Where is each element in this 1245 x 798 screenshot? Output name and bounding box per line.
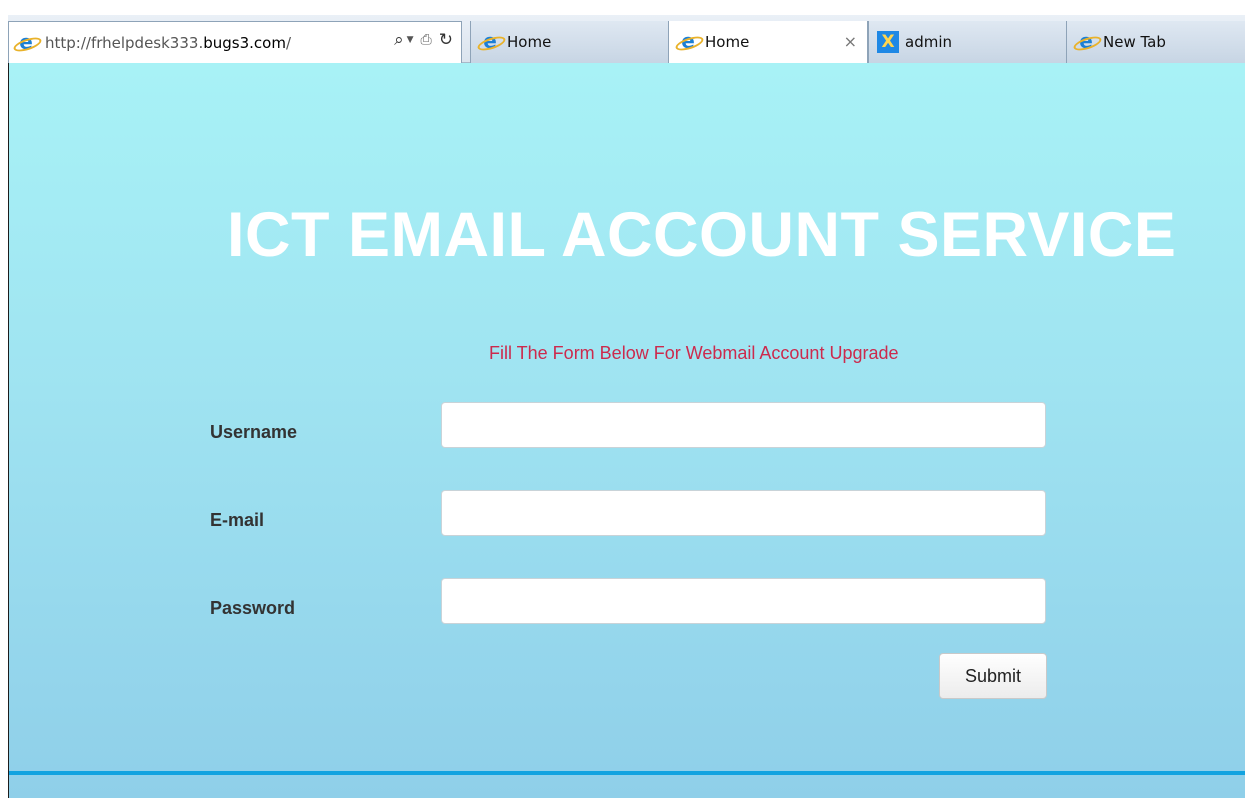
page-title: ICT EMAIL ACCOUNT SERVICE — [227, 200, 1177, 270]
tab-label: New Tab — [1103, 33, 1166, 51]
username-label: Username — [210, 422, 298, 442]
tab-label: admin — [905, 33, 952, 51]
tab-home-1[interactable]: e Home — [470, 21, 668, 63]
email-label: E-mail — [210, 510, 265, 530]
form-instruction: Fill The Form Below For Webmail Account … — [489, 343, 899, 363]
url-domain: bugs3.com — [203, 33, 286, 52]
admin-app-icon: X — [877, 31, 899, 53]
compatibility-view-icon[interactable]: ⎙ — [421, 32, 432, 48]
close-tab-icon[interactable]: × — [844, 32, 857, 51]
internet-explorer-icon: e — [15, 32, 37, 54]
tab-new-tab[interactable]: e New Tab — [1066, 21, 1245, 63]
internet-explorer-icon: e — [479, 31, 501, 53]
password-input[interactable] — [441, 578, 1046, 624]
password-label: Password — [210, 598, 296, 618]
tab-label: Home — [705, 33, 750, 51]
url-text[interactable]: http://frhelpdesk333.bugs3.com/ — [45, 34, 291, 52]
internet-explorer-icon: e — [677, 31, 699, 53]
tab-home-2[interactable]: e Home × — [668, 21, 868, 63]
tab-label: Home — [507, 33, 552, 51]
magnifier-icon[interactable]: ⌕ — [394, 30, 404, 50]
web-page: ICT EMAIL ACCOUNT SERVICE Fill The Form … — [8, 63, 1245, 798]
footer-divider — [9, 771, 1245, 775]
refresh-icon[interactable]: ↻ — [439, 30, 453, 50]
submit-button[interactable]: Submit — [939, 653, 1047, 699]
internet-explorer-icon: e — [1075, 31, 1097, 53]
tab-admin[interactable]: X admin — [868, 21, 1066, 63]
username-input[interactable] — [441, 402, 1046, 448]
address-tools: ⌕ ▼ ⎙ ↻ — [394, 30, 453, 50]
search-dropdown-icon[interactable]: ▼ — [407, 35, 414, 45]
address-bar[interactable]: e http://frhelpdesk333.bugs3.com/ ⌕ ▼ ⎙ … — [8, 21, 462, 63]
browser-window: e http://frhelpdesk333.bugs3.com/ ⌕ ▼ ⎙ … — [0, 0, 1245, 798]
url-suffix: / — [285, 33, 291, 52]
browser-toolbar: e http://frhelpdesk333.bugs3.com/ ⌕ ▼ ⎙ … — [8, 15, 1245, 63]
url-prefix: http://frhelpdesk333. — [45, 33, 204, 52]
email-input[interactable] — [441, 490, 1046, 536]
